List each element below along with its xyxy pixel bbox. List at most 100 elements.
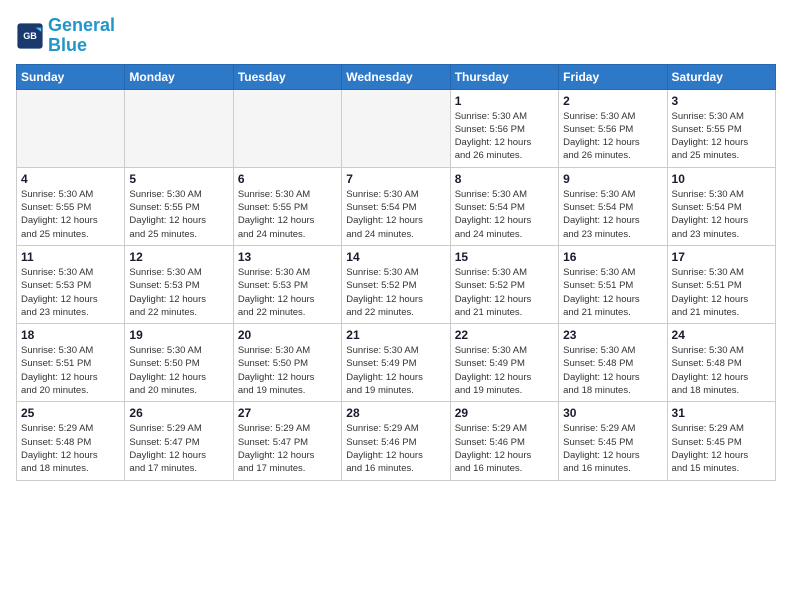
calendar-cell: 5 Sunrise: 5:30 AM Sunset: 5:55 PM Daylig… [125, 167, 233, 245]
calendar-cell: 24 Sunrise: 5:30 AM Sunset: 5:48 PM Dayli… [667, 324, 775, 402]
calendar-cell: 19 Sunrise: 5:30 AM Sunset: 5:50 PM Dayli… [125, 324, 233, 402]
calendar-cell: 21 Sunrise: 5:30 AM Sunset: 5:49 PM Dayli… [342, 324, 450, 402]
day-info: Sunrise: 5:30 AM Sunset: 5:53 PM Dayligh… [21, 266, 120, 319]
weekday-header-monday: Monday [125, 64, 233, 89]
calendar-cell: 23Sunrise: 5:30 AM Sunset: 5:48 PM Dayli… [559, 324, 667, 402]
day-number: 10 [672, 172, 771, 186]
day-number: 26 [129, 406, 228, 420]
day-number: 4 [21, 172, 120, 186]
day-info: Sunrise: 5:30 AM Sunset: 5:51 PM Dayligh… [21, 344, 120, 397]
calendar-cell: 27Sunrise: 5:29 AM Sunset: 5:47 PM Dayli… [233, 402, 341, 480]
logo: GB General Blue [16, 16, 115, 56]
svg-text:GB: GB [23, 31, 37, 41]
day-number: 7 [346, 172, 445, 186]
day-number: 30 [563, 406, 662, 420]
calendar-cell: 29 Sunrise: 5:29 AM Sunset: 5:46 PM Dayli… [450, 402, 558, 480]
day-info: Sunrise: 5:30 AM Sunset: 5:53 PM Dayligh… [238, 266, 337, 319]
calendar-week-row: 25 Sunrise: 5:29 AM Sunset: 5:48 PM Dayli… [17, 402, 776, 480]
calendar-cell: 31Sunrise: 5:29 AM Sunset: 5:45 PM Dayli… [667, 402, 775, 480]
day-number: 13 [238, 250, 337, 264]
calendar-cell: 26 Sunrise: 5:29 AM Sunset: 5:47 PM Dayli… [125, 402, 233, 480]
day-number: 8 [455, 172, 554, 186]
day-number: 5 [129, 172, 228, 186]
day-info: Sunrise: 5:30 AM Sunset: 5:55 PM Dayligh… [238, 188, 337, 241]
calendar-cell [233, 89, 341, 167]
day-number: 24 [672, 328, 771, 342]
calendar-cell: 8 Sunrise: 5:30 AM Sunset: 5:54 PM Daylig… [450, 167, 558, 245]
day-info: Sunrise: 5:30 AM Sunset: 5:53 PM Dayligh… [129, 266, 228, 319]
day-number: 14 [346, 250, 445, 264]
calendar-cell: 9 Sunrise: 5:30 AM Sunset: 5:54 PM Daylig… [559, 167, 667, 245]
calendar-cell: 20 Sunrise: 5:30 AM Sunset: 5:50 PM Dayli… [233, 324, 341, 402]
calendar-cell [17, 89, 125, 167]
calendar-cell: 10Sunrise: 5:30 AM Sunset: 5:54 PM Dayli… [667, 167, 775, 245]
day-info: Sunrise: 5:30 AM Sunset: 5:55 PM Dayligh… [672, 110, 771, 163]
day-number: 3 [672, 94, 771, 108]
day-number: 12 [129, 250, 228, 264]
day-number: 23 [563, 328, 662, 342]
calendar-cell: 13 Sunrise: 5:30 AM Sunset: 5:53 PM Dayli… [233, 245, 341, 323]
day-number: 11 [21, 250, 120, 264]
calendar-cell: 7 Sunrise: 5:30 AM Sunset: 5:54 PM Daylig… [342, 167, 450, 245]
calendar-cell: 4 Sunrise: 5:30 AM Sunset: 5:55 PM Daylig… [17, 167, 125, 245]
calendar-cell: 15 Sunrise: 5:30 AM Sunset: 5:52 PM Dayli… [450, 245, 558, 323]
calendar-cell: 2Sunrise: 5:30 AM Sunset: 5:56 PM Daylig… [559, 89, 667, 167]
day-info: Sunrise: 5:30 AM Sunset: 5:52 PM Dayligh… [455, 266, 554, 319]
day-info: Sunrise: 5:29 AM Sunset: 5:47 PM Dayligh… [238, 422, 337, 475]
calendar-table: SundayMondayTuesdayWednesdayThursdayFrid… [16, 64, 776, 481]
day-number: 18 [21, 328, 120, 342]
day-info: Sunrise: 5:30 AM Sunset: 5:51 PM Dayligh… [672, 266, 771, 319]
day-info: Sunrise: 5:30 AM Sunset: 5:52 PM Dayligh… [346, 266, 445, 319]
day-info: Sunrise: 5:30 AM Sunset: 5:48 PM Dayligh… [672, 344, 771, 397]
day-number: 21 [346, 328, 445, 342]
day-number: 29 [455, 406, 554, 420]
day-number: 15 [455, 250, 554, 264]
calendar-cell [125, 89, 233, 167]
weekday-header-sunday: Sunday [17, 64, 125, 89]
logo-text: General Blue [48, 16, 115, 56]
day-info: Sunrise: 5:30 AM Sunset: 5:55 PM Dayligh… [21, 188, 120, 241]
day-number: 9 [563, 172, 662, 186]
calendar-cell: 28 Sunrise: 5:29 AM Sunset: 5:46 PM Dayli… [342, 402, 450, 480]
day-number: 19 [129, 328, 228, 342]
day-number: 31 [672, 406, 771, 420]
day-number: 6 [238, 172, 337, 186]
calendar-week-row: 11 Sunrise: 5:30 AM Sunset: 5:53 PM Dayli… [17, 245, 776, 323]
day-info: Sunrise: 5:30 AM Sunset: 5:54 PM Dayligh… [455, 188, 554, 241]
weekday-header-row: SundayMondayTuesdayWednesdayThursdayFrid… [17, 64, 776, 89]
calendar-cell: 11 Sunrise: 5:30 AM Sunset: 5:53 PM Dayli… [17, 245, 125, 323]
calendar-cell: 25 Sunrise: 5:29 AM Sunset: 5:48 PM Dayli… [17, 402, 125, 480]
day-info: Sunrise: 5:30 AM Sunset: 5:50 PM Dayligh… [238, 344, 337, 397]
day-info: Sunrise: 5:30 AM Sunset: 5:49 PM Dayligh… [346, 344, 445, 397]
day-info: Sunrise: 5:29 AM Sunset: 5:48 PM Dayligh… [21, 422, 120, 475]
logo-icon: GB [16, 22, 44, 50]
calendar-week-row: 18 Sunrise: 5:30 AM Sunset: 5:51 PM Dayli… [17, 324, 776, 402]
day-info: Sunrise: 5:30 AM Sunset: 5:51 PM Dayligh… [563, 266, 662, 319]
day-info: Sunrise: 5:30 AM Sunset: 5:55 PM Dayligh… [129, 188, 228, 241]
calendar-cell: 17 Sunrise: 5:30 AM Sunset: 5:51 PM Dayli… [667, 245, 775, 323]
calendar-cell: 1 Sunrise: 5:30 AM Sunset: 5:56 PM Daylig… [450, 89, 558, 167]
day-info: Sunrise: 5:30 AM Sunset: 5:50 PM Dayligh… [129, 344, 228, 397]
calendar-cell: 16Sunrise: 5:30 AM Sunset: 5:51 PM Dayli… [559, 245, 667, 323]
weekday-header-wednesday: Wednesday [342, 64, 450, 89]
calendar-cell: 18 Sunrise: 5:30 AM Sunset: 5:51 PM Dayli… [17, 324, 125, 402]
calendar-week-row: 1 Sunrise: 5:30 AM Sunset: 5:56 PM Daylig… [17, 89, 776, 167]
calendar-cell: 3 Sunrise: 5:30 AM Sunset: 5:55 PM Daylig… [667, 89, 775, 167]
calendar-cell: 30Sunrise: 5:29 AM Sunset: 5:45 PM Dayli… [559, 402, 667, 480]
calendar-cell: 22Sunrise: 5:30 AM Sunset: 5:49 PM Dayli… [450, 324, 558, 402]
calendar-cell: 6 Sunrise: 5:30 AM Sunset: 5:55 PM Daylig… [233, 167, 341, 245]
weekday-header-friday: Friday [559, 64, 667, 89]
day-number: 17 [672, 250, 771, 264]
day-info: Sunrise: 5:29 AM Sunset: 5:46 PM Dayligh… [455, 422, 554, 475]
day-info: Sunrise: 5:29 AM Sunset: 5:46 PM Dayligh… [346, 422, 445, 475]
day-number: 25 [21, 406, 120, 420]
day-number: 28 [346, 406, 445, 420]
day-number: 1 [455, 94, 554, 108]
day-info: Sunrise: 5:30 AM Sunset: 5:56 PM Dayligh… [455, 110, 554, 163]
day-info: Sunrise: 5:30 AM Sunset: 5:54 PM Dayligh… [563, 188, 662, 241]
day-number: 2 [563, 94, 662, 108]
day-number: 20 [238, 328, 337, 342]
day-info: Sunrise: 5:30 AM Sunset: 5:54 PM Dayligh… [346, 188, 445, 241]
calendar-cell: 12 Sunrise: 5:30 AM Sunset: 5:53 PM Dayli… [125, 245, 233, 323]
day-info: Sunrise: 5:29 AM Sunset: 5:47 PM Dayligh… [129, 422, 228, 475]
